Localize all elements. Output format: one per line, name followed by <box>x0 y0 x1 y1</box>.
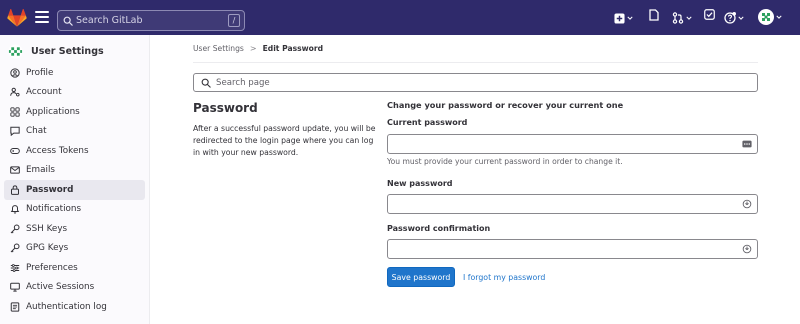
chevron-down-icon <box>738 16 744 20</box>
key-icon <box>10 243 20 253</box>
chevron-down-icon <box>686 16 692 20</box>
preferences-icon <box>10 263 20 272</box>
todos-button[interactable] <box>704 9 715 20</box>
password-reveal-icon[interactable] <box>742 244 752 254</box>
breadcrumb-divider <box>193 62 758 63</box>
chat-icon <box>10 127 20 137</box>
sidebar-item-label: Notifications <box>26 204 82 215</box>
sidebar-item-label: Applications <box>26 106 80 117</box>
chevron-down-icon <box>776 15 782 19</box>
current-password-help: You must provide your current password i… <box>387 157 623 166</box>
sidebar-item-authentication-log[interactable]: Authentication log <box>4 297 145 317</box>
create-new-dropdown[interactable] <box>614 9 633 27</box>
search-placeholder: Search GitLab <box>76 15 143 26</box>
sidebar-item-label: Access Tokens <box>26 145 89 156</box>
sidebar-item-label: Chat <box>26 126 47 137</box>
password-reveal-icon[interactable] <box>742 199 752 209</box>
sidebar-item-label: Profile <box>26 67 54 78</box>
sidebar-item-label: Preferences <box>26 262 78 273</box>
merge-requests-dropdown[interactable] <box>672 9 692 27</box>
user-avatar-icon <box>8 44 23 59</box>
sidebar-item-chat[interactable]: Chat <box>4 122 145 142</box>
sidebar-item-label: GPG Keys <box>26 243 69 254</box>
sidebar-item-label: Password <box>26 184 74 195</box>
breadcrumb-separator-icon: > <box>249 44 257 53</box>
page-search-placeholder: Search page <box>216 77 270 88</box>
sidebar-item-gpg-keys[interactable]: GPG Keys <box>4 239 145 259</box>
current-password-field[interactable] <box>387 134 758 154</box>
sidebar-title: User Settings <box>31 46 104 57</box>
sidebar-item-label: SSH Keys <box>26 223 68 234</box>
account-icon <box>10 88 20 97</box>
key-icon <box>10 224 20 234</box>
merge-request-icon <box>672 12 684 24</box>
mail-icon <box>10 166 20 174</box>
chevron-down-icon <box>627 16 633 20</box>
avatar <box>758 9 774 25</box>
sidebar-item-notifications[interactable]: Notifications <box>4 200 145 220</box>
search-icon <box>201 78 211 88</box>
sidebar-header[interactable]: User Settings <box>8 44 104 59</box>
search-icon <box>63 16 73 26</box>
todo-checkbox-icon <box>704 9 715 20</box>
lock-icon <box>10 185 19 195</box>
password-manager-icon[interactable] <box>742 139 752 149</box>
breadcrumb-current: Edit Password <box>262 44 324 53</box>
sidebar-item-preferences[interactable]: Preferences <box>4 258 145 278</box>
section-description: After a successful password update, you … <box>193 124 376 158</box>
sidebar-item-applications[interactable]: Applications <box>4 102 145 122</box>
gitlab-logo-icon[interactable] <box>7 9 27 27</box>
issues-icon <box>649 9 659 21</box>
monitor-icon <box>10 283 20 292</box>
form-heading: Change your password or recover your cur… <box>387 100 624 110</box>
sidebar-item-access-tokens[interactable]: Access Tokens <box>4 141 145 161</box>
breadcrumb: User Settings > Edit Password <box>193 44 323 53</box>
password-confirmation-field[interactable] <box>387 239 758 259</box>
breadcrumb-link-user-settings[interactable]: User Settings <box>193 44 244 53</box>
sidebar-item-label: Authentication log <box>26 301 107 312</box>
bell-icon <box>10 205 20 214</box>
new-password-field[interactable] <box>387 194 758 214</box>
issues-button[interactable] <box>649 9 659 21</box>
sidebar-item-password[interactable]: Password <box>4 180 145 200</box>
help-dropdown[interactable] <box>724 9 744 27</box>
token-icon <box>10 147 20 154</box>
help-icon <box>724 12 736 24</box>
new-password-label: New password <box>387 179 453 188</box>
password-form: Change your password or recover your cur… <box>387 100 758 287</box>
sidebar-item-label: Active Sessions <box>26 282 95 293</box>
profile-icon <box>10 68 20 78</box>
page-search-input[interactable]: Search page <box>193 73 758 92</box>
sidebar-item-label: Account <box>26 87 62 98</box>
top-navigation-bar: Search GitLab / <box>0 0 800 35</box>
applications-icon <box>10 107 20 117</box>
sidebar-item-emails[interactable]: Emails <box>4 161 145 181</box>
sidebar-item-label: Emails <box>26 165 55 176</box>
global-search-input[interactable]: Search GitLab / <box>57 10 245 31</box>
search-shortcut-hint: / <box>228 14 240 27</box>
hamburger-menu-icon[interactable] <box>35 11 49 23</box>
sidebar-item-ssh-keys[interactable]: SSH Keys <box>4 219 145 239</box>
current-password-label: Current password <box>387 118 468 127</box>
sidebar-item-profile[interactable]: Profile <box>4 63 145 83</box>
save-password-button[interactable]: Save password <box>387 267 455 287</box>
forgot-password-link[interactable]: I forgot my password <box>463 273 545 282</box>
plus-square-icon <box>614 12 625 24</box>
sidebar-item-active-sessions[interactable]: Active Sessions <box>4 278 145 298</box>
section-title: Password <box>193 101 258 115</box>
sidebar-item-account[interactable]: Account <box>4 83 145 103</box>
log-icon <box>10 302 20 312</box>
settings-sidebar: User Settings Profile Account Applicatio… <box>0 35 150 324</box>
sidebar-nav: Profile Account Applications Chat Access… <box>4 63 145 317</box>
user-menu-dropdown[interactable] <box>758 8 782 26</box>
password-confirmation-label: Password confirmation <box>387 224 491 233</box>
